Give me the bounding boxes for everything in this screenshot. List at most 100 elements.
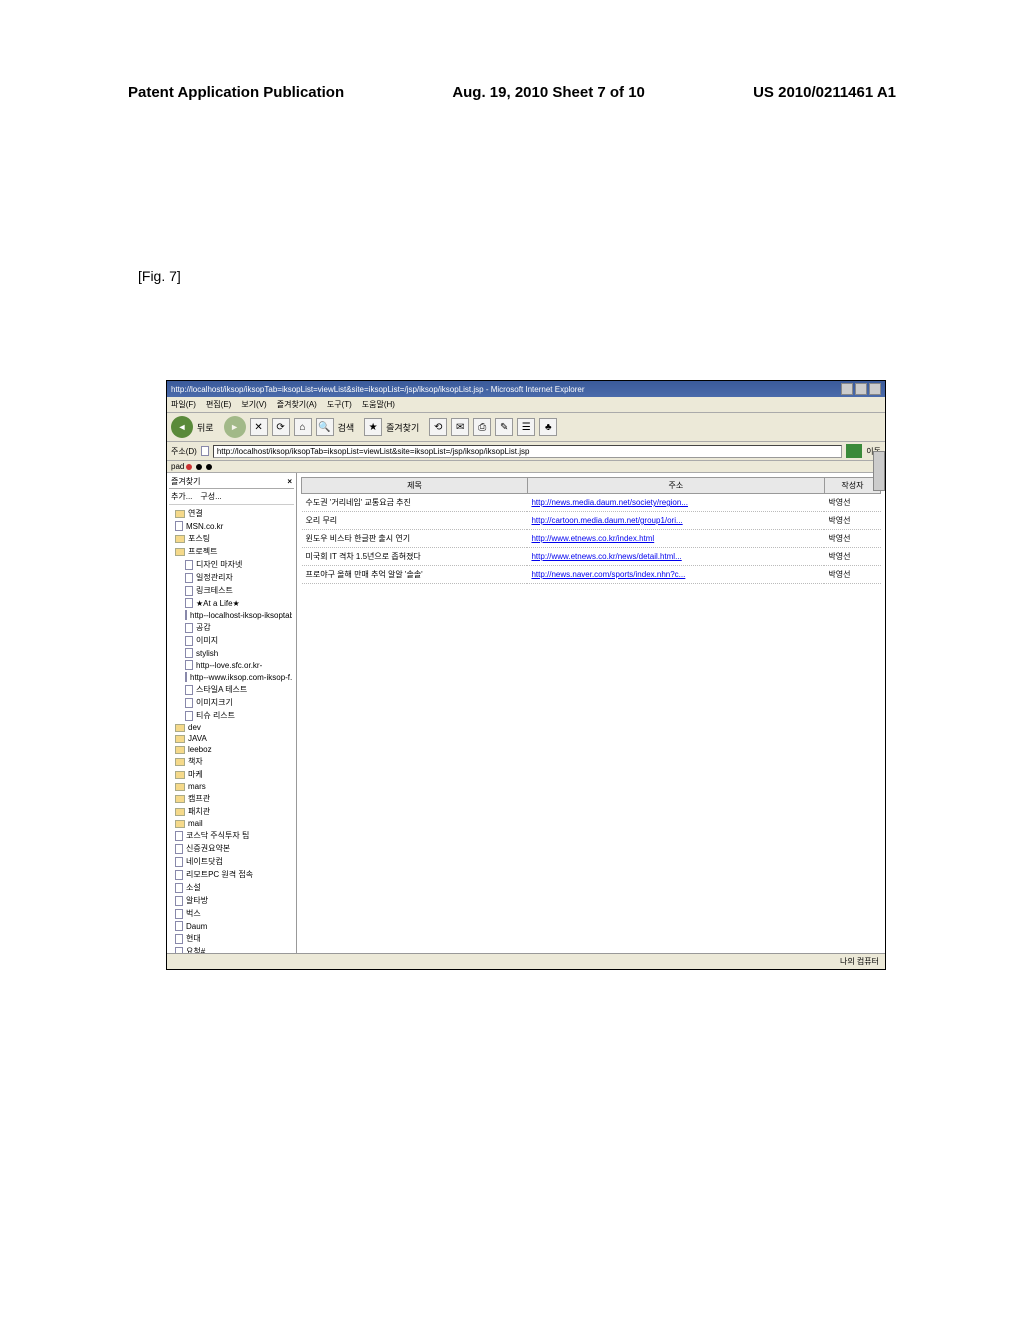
edit-icon[interactable]: ✎ (495, 418, 513, 436)
cell-url[interactable]: http://cartoon.media.daum.net/group1/ori… (527, 512, 824, 530)
forward-button[interactable]: ► (224, 416, 246, 438)
sidebar-item[interactable]: 책자 (171, 755, 292, 768)
sidebar-item[interactable]: 공감 (171, 621, 292, 634)
sidebar-item[interactable]: 신증권요약본 (171, 842, 292, 855)
cell-author: 박영선 (824, 512, 880, 530)
sidebar-item-label: 마케 (188, 769, 203, 780)
menu-favorites[interactable]: 즐겨찾기(A) (277, 399, 317, 410)
sidebar-item-label: 코스닥 주식투자 팁 (186, 830, 249, 841)
sidebar-item-label: ★At a Life★ (196, 599, 240, 608)
toolbar: ◄ 뒤로 ► ✕ ⟳ ⌂ 🔍 검색 ★ 즐겨찾기 ⟲ ✉ ⎙ ✎ ☰ ♣ (167, 413, 885, 442)
page-icon (185, 560, 193, 570)
sidebar-item-label: mail (188, 819, 203, 828)
menu-help[interactable]: 도움말(H) (362, 399, 395, 410)
sidebar-item[interactable]: http--love.sfc.or.kr- (171, 659, 292, 671)
sidebar-item-label: 링크테스트 (196, 585, 233, 596)
sidebar-item-label: 연결 (188, 508, 203, 519)
sidebar-item[interactable]: ★At a Life★ (171, 597, 292, 609)
menu-view[interactable]: 보기(V) (241, 399, 266, 410)
back-button[interactable]: ◄ (171, 416, 193, 438)
sidebar-item[interactable]: 알타방 (171, 894, 292, 907)
menu-tools[interactable]: 도구(T) (327, 399, 352, 410)
history-icon[interactable]: ⟲ (429, 418, 447, 436)
print-icon[interactable]: ⎙ (473, 418, 491, 436)
go-button[interactable] (846, 444, 862, 458)
sidebar-item-label: stylish (196, 649, 218, 658)
sidebar-item[interactable]: 링크테스트 (171, 584, 292, 597)
maximize-icon[interactable] (855, 383, 867, 395)
sidebar-item[interactable]: 디자인 마자넷 (171, 558, 292, 571)
sidebar-item[interactable]: mail (171, 818, 292, 829)
sidebar-item[interactable]: 캠프관 (171, 792, 292, 805)
table-row[interactable]: 수도권 '거리네임' 교통요금 추진http://news.media.daum… (302, 494, 881, 512)
address-label: 주소(D) (171, 446, 197, 457)
sidebar-item-label: 이미지크기 (196, 697, 233, 708)
sidebar-item-label: 디자인 마자넷 (196, 559, 242, 570)
discuss-icon[interactable]: ☰ (517, 418, 535, 436)
table-row[interactable]: 미국회 IT 격차 1.5년으로 좁혀졌다http://www.etnews.c… (302, 548, 881, 566)
sidebar-item[interactable]: stylish (171, 647, 292, 659)
sidebar-item[interactable]: 패치관 (171, 805, 292, 818)
sidebar-item[interactable]: 코스닥 주식투자 팁 (171, 829, 292, 842)
sidebar-item[interactable]: 리모트PC 원격 접속 (171, 868, 292, 881)
sidebar-item[interactable]: dev (171, 722, 292, 733)
close-icon[interactable] (869, 383, 881, 395)
sidebar-item[interactable]: 마케 (171, 768, 292, 781)
sidebar-item[interactable]: 티슈 리스트 (171, 709, 292, 722)
menu-edit[interactable]: 편집(E) (206, 399, 231, 410)
sidebar-item[interactable]: 소설 (171, 881, 292, 894)
sidebar-item[interactable]: 프로젝트 (171, 545, 292, 558)
cell-url[interactable]: http://news.media.daum.net/society/regio… (527, 494, 824, 512)
statusbar-text: 나의 컴퓨터 (840, 956, 879, 967)
menu-file[interactable]: 파일(F) (171, 399, 196, 410)
minimize-icon[interactable] (841, 383, 853, 395)
col-title[interactable]: 제목 (302, 478, 528, 494)
table-row[interactable]: 윈도우 비스타 한글판 출시 연기http://www.etnews.co.kr… (302, 530, 881, 548)
cell-url[interactable]: http://news.naver.com/sports/index.nhn?c… (527, 566, 824, 584)
favorites-icon[interactable]: ★ (364, 418, 382, 436)
page-icon (175, 896, 183, 906)
cell-url[interactable]: http://www.etnews.co.kr/index.html (527, 530, 824, 548)
menubar: 파일(F) 편집(E) 보기(V) 즐겨찾기(A) 도구(T) 도움말(H) (167, 397, 885, 413)
sidebar-item[interactable]: 일정관리자 (171, 571, 292, 584)
sidebar-item[interactable]: 연결 (171, 507, 292, 520)
sidebar-item[interactable]: 이미지 (171, 634, 292, 647)
table-row[interactable]: 프로야구 올해 만매 추억 알알 '솔솔'http://news.naver.c… (302, 566, 881, 584)
cell-url[interactable]: http://www.etnews.co.kr/news/detail.html… (527, 548, 824, 566)
sidebar-close-icon[interactable]: × (287, 477, 292, 486)
sidebar-item[interactable]: http--localhost-iksop-iksoptab-t... (171, 609, 292, 621)
refresh-button[interactable]: ⟳ (272, 418, 290, 436)
main-panel: 제목 주소 작성자 수도권 '거리네임' 교통요금 추진http://news.… (297, 473, 885, 961)
sidebar-item[interactable]: leeboz (171, 744, 292, 755)
sidebar-add-tab[interactable]: 추가... (171, 491, 192, 502)
sidebar-item[interactable]: http--www.iksop.com-iksop-f... (171, 671, 292, 683)
sidebar-item[interactable]: 스타일A 테스트 (171, 683, 292, 696)
msn-icon[interactable]: ♣ (539, 418, 557, 436)
sidebar-item[interactable]: 벅스 (171, 907, 292, 920)
header-right: US 2010/0211461 A1 (753, 84, 896, 101)
cell-title: 오리 무리 (302, 512, 528, 530)
sidebar-item[interactable]: Daum (171, 920, 292, 932)
table-row[interactable]: 오리 무리http://cartoon.media.daum.net/group… (302, 512, 881, 530)
sidebar-item[interactable]: 네이트닷컴 (171, 855, 292, 868)
page-icon (185, 623, 193, 633)
mail-icon[interactable]: ✉ (451, 418, 469, 436)
sidebar-organize-tab[interactable]: 구성... (200, 491, 221, 502)
address-input[interactable]: http://localhost/iksop/iksopTab=iksopLis… (213, 445, 842, 458)
sidebar-item-label: mars (188, 782, 206, 791)
scrollbar-thumb[interactable] (873, 451, 885, 491)
search-icon[interactable]: 🔍 (316, 418, 334, 436)
cell-author: 박영선 (824, 548, 880, 566)
home-button[interactable]: ⌂ (294, 418, 312, 436)
stop-button[interactable]: ✕ (250, 418, 268, 436)
folder-icon (175, 724, 185, 732)
sidebar-item[interactable]: 포스팅 (171, 532, 292, 545)
sidebar-item[interactable]: JAVA (171, 733, 292, 744)
sidebar-item[interactable]: MSN.co.kr (171, 520, 292, 532)
sidebar-item[interactable]: mars (171, 781, 292, 792)
sidebar-item-label: 벅스 (186, 908, 201, 919)
col-url[interactable]: 주소 (527, 478, 824, 494)
sidebar-item[interactable]: 이미지크기 (171, 696, 292, 709)
page-icon (175, 883, 183, 893)
sidebar-item[interactable]: 현대 (171, 932, 292, 945)
